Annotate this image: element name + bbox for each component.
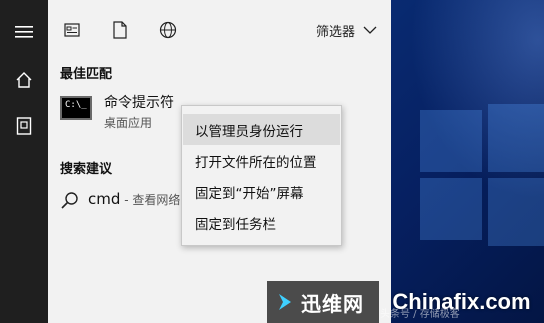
watermark-name: 迅维网 — [301, 291, 364, 316]
all-results-icon — [64, 23, 80, 37]
menu-item-pin-to-taskbar[interactable]: 固定到任务栏 — [183, 207, 340, 238]
all-results-button[interactable] — [62, 20, 82, 40]
context-menu: 以管理员身份运行 打开文件所在的位置 固定到“开始”屏幕 固定到任务栏 — [181, 105, 342, 246]
watermark-badge: 迅维网 — [267, 281, 379, 323]
windows-logo-wallpaper — [420, 104, 544, 250]
document-icon — [113, 21, 127, 39]
filter-dropdown[interactable]: 筛选器 — [316, 20, 377, 40]
filter-label: 筛选器 — [315, 24, 355, 40]
menu-item-open-file-location[interactable]: 打开文件所在的位置 — [183, 145, 340, 176]
cmd-icon-text: C:\_ — [65, 100, 87, 110]
menu-item-run-as-admin[interactable]: 以管理员身份运行 — [183, 114, 340, 145]
chevron-down-icon — [363, 26, 377, 34]
globe-icon — [159, 21, 177, 39]
suggestion-hint: - 查看网络 — [120, 193, 181, 207]
notebook-button[interactable] — [0, 106, 48, 146]
start-menu-rail — [0, 0, 48, 323]
suggestions-heading: 搜索建议 — [60, 162, 113, 177]
search-filter-bar: 筛选器 — [48, 0, 391, 58]
menu-item-pin-to-start[interactable]: 固定到“开始”屏幕 — [183, 176, 340, 207]
watermark-credit: 头条号 / 存储极客 — [380, 309, 460, 320]
home-button[interactable] — [0, 60, 48, 100]
search-icon — [61, 192, 78, 209]
documents-button[interactable] — [110, 20, 130, 40]
hamburger-menu-button[interactable] — [0, 12, 48, 52]
best-match-heading: 最佳匹配 — [60, 67, 113, 82]
result-title: 命令提示符 — [104, 95, 174, 111]
hamburger-icon — [15, 26, 33, 38]
command-prompt-icon: C:\_ — [60, 96, 92, 120]
suggestion-query: cmd — [88, 190, 121, 208]
result-subtitle: 桌面应用 — [104, 116, 153, 130]
notebook-icon — [16, 117, 32, 135]
web-button[interactable] — [158, 20, 178, 40]
arrow-logo-icon — [279, 294, 291, 310]
home-icon — [16, 72, 32, 88]
